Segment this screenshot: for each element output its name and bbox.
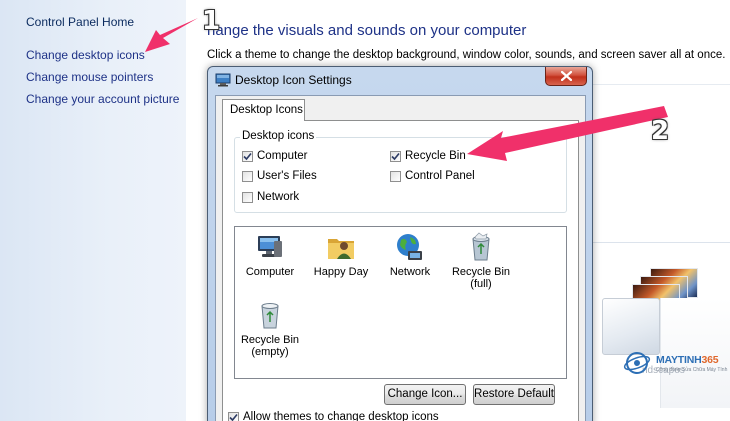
- list-item-recycle-bin-full[interactable]: Recycle Bin (full): [443, 231, 519, 290]
- checkbox-box[interactable]: [390, 170, 401, 182]
- checkbox-label: Allow themes to change desktop icons: [243, 411, 439, 421]
- restore-default-button[interactable]: Restore Default: [473, 384, 555, 405]
- checkbox-box[interactable]: [242, 191, 253, 203]
- tab-desktop-icons[interactable]: Desktop Icons: [222, 99, 305, 121]
- watermark-logo: MAYTINH365 Cộng đồng Sửa Chữa Máy Tính: [620, 340, 730, 395]
- checkbox-box[interactable]: [228, 411, 239, 421]
- background-separator: [593, 242, 730, 243]
- desktop-icons-group: Desktop icons Computer Recycle Bin User'…: [234, 130, 567, 213]
- page-subtitle: Click a theme to change the desktop back…: [207, 49, 726, 61]
- close-button[interactable]: [545, 67, 587, 86]
- checkbox-recycle-bin[interactable]: Recycle Bin: [390, 150, 466, 162]
- dialog-title: Desktop Icon Settings: [235, 73, 352, 87]
- tab-panel: Desktop icons Computer Recycle Bin User'…: [222, 120, 579, 421]
- checkbox-users-files[interactable]: User's Files: [242, 170, 317, 182]
- list-item-network[interactable]: Network: [372, 231, 448, 278]
- close-icon: [560, 71, 572, 81]
- checkbox-label: Control Panel: [405, 170, 475, 182]
- checkbox-box[interactable]: [242, 150, 253, 162]
- checkbox-box[interactable]: [242, 170, 253, 182]
- icon-label: Recycle Bin (full): [451, 266, 511, 290]
- user-folder-icon: [328, 239, 354, 259]
- group-label: Desktop icons: [240, 130, 317, 142]
- change-icon-button[interactable]: Change Icon...: [384, 384, 466, 405]
- dialog-client-area: Desktop icons Computer Recycle Bin User'…: [215, 95, 586, 421]
- desktop-settings-icon: [215, 73, 231, 87]
- checkbox-network[interactable]: Network: [242, 191, 299, 203]
- list-item-recycle-bin-empty[interactable]: Recycle Bin (empty): [232, 299, 308, 358]
- checkbox-box[interactable]: [390, 150, 401, 162]
- icon-label: Happy Day: [313, 266, 369, 278]
- computer-icon: [258, 236, 282, 257]
- checkbox-label: User's Files: [257, 170, 317, 182]
- tab-label: Desktop Icons: [230, 104, 303, 116]
- checkbox-control-panel[interactable]: Control Panel: [390, 170, 475, 182]
- recycle-bin-full-icon: [472, 232, 490, 261]
- list-item-happy-day[interactable]: Happy Day: [303, 231, 379, 278]
- page-title: hange the visuals and sounds on your com…: [207, 22, 527, 39]
- nav-change-account-picture[interactable]: Change your account picture: [26, 92, 179, 106]
- network-globe-icon: [397, 234, 422, 260]
- checkbox-computer[interactable]: Computer: [242, 150, 308, 162]
- checkmark-icon: [229, 413, 238, 421]
- annotation-number-1: 1: [202, 6, 221, 36]
- icon-label: Computer: [245, 266, 295, 278]
- nav-change-desktop-icons[interactable]: Change desktop icons: [26, 48, 145, 62]
- background-divider: [593, 84, 730, 85]
- globe-logo-icon: [623, 352, 651, 374]
- checkbox-label: Network: [257, 191, 300, 203]
- recycle-bin-empty-icon: [261, 303, 279, 329]
- list-item-computer[interactable]: Computer: [232, 231, 308, 278]
- checkbox-label: Recycle Bin: [405, 150, 466, 162]
- checkmark-icon: [243, 152, 252, 160]
- left-nav-pane: Control Panel Home Change desktop icons …: [0, 0, 186, 421]
- icon-label: Recycle Bin (empty): [240, 334, 300, 358]
- watermark-brand: MAYTINH365: [656, 354, 719, 366]
- desktop-icon-list[interactable]: Computer Happy Day Network Recycle Bin (…: [234, 226, 567, 379]
- icon-label: Network: [389, 266, 431, 278]
- checkbox-label: Computer: [257, 150, 308, 162]
- nav-control-panel-home[interactable]: Control Panel Home: [26, 15, 134, 29]
- nav-change-mouse-pointers[interactable]: Change mouse pointers: [26, 70, 153, 84]
- desktop-icon-settings-dialog: Desktop Icon Settings Desktop icons Comp…: [207, 66, 593, 421]
- checkmark-icon: [391, 152, 400, 160]
- checkbox-allow-themes[interactable]: Allow themes to change desktop icons: [228, 411, 439, 421]
- annotation-number-2: 2: [651, 116, 670, 146]
- watermark-tagline: Cộng đồng Sửa Chữa Máy Tính: [656, 367, 728, 373]
